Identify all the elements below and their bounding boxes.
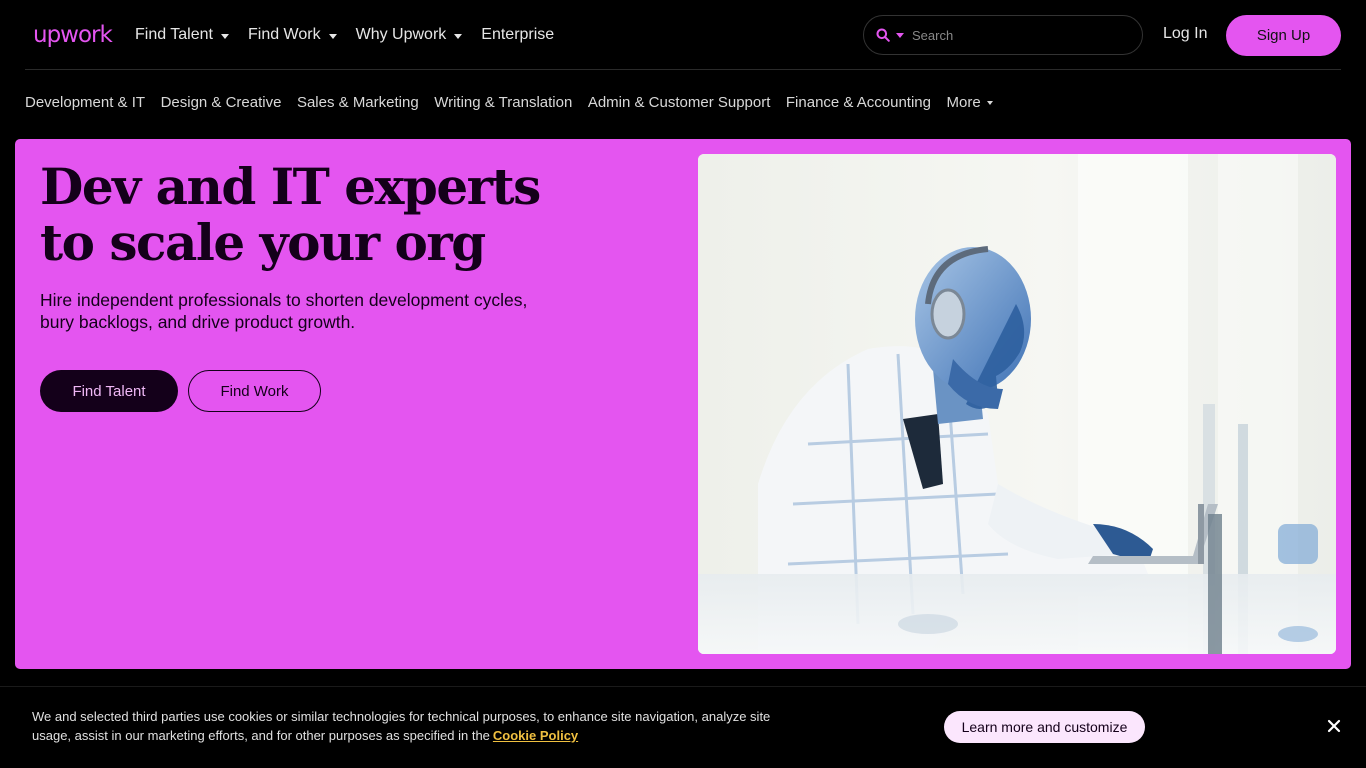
developer-at-laptop-illustration — [698, 154, 1336, 654]
cookie-policy-link[interactable]: Cookie Policy — [493, 728, 578, 743]
search-bar[interactable] — [863, 15, 1143, 55]
main-nav: Find Talent Find Work Why Upwork Enterpr… — [135, 22, 573, 48]
chevron-down-icon — [454, 33, 463, 39]
find-talent-button[interactable]: Find Talent — [40, 370, 178, 412]
category-design-creative[interactable]: Design & Creative — [161, 94, 282, 111]
login-link[interactable]: Log In — [1163, 25, 1207, 43]
signup-button[interactable]: Sign Up — [1226, 15, 1341, 56]
logo-text: upwork — [33, 22, 113, 48]
nav-why-upwork[interactable]: Why Upwork — [356, 26, 463, 44]
chevron-down-icon — [328, 33, 337, 39]
nav-item-label: Enterprise — [481, 26, 555, 43]
category-more-label: More — [946, 93, 981, 111]
nav-item-label: Find Talent — [135, 26, 213, 43]
cookie-banner-text: We and selected third parties use cookie… — [32, 707, 772, 745]
search-icon[interactable] — [876, 28, 890, 42]
top-header: upwork Find Talent Find Work Why Upwork … — [0, 0, 1366, 70]
find-work-button[interactable]: Find Work — [188, 370, 321, 412]
category-nav: Development & IT Design & Creative Sales… — [25, 92, 1008, 112]
hero-subtitle: Hire independent professionals to shorte… — [40, 290, 528, 332]
search-type-chevron-down-icon[interactable] — [896, 32, 904, 38]
category-more[interactable]: More — [946, 93, 993, 111]
cookie-message: We and selected third parties use cookie… — [32, 709, 771, 743]
nav-find-talent[interactable]: Find Talent — [135, 26, 229, 44]
cookie-banner: We and selected third parties use cookie… — [0, 686, 1366, 768]
category-writing-translation[interactable]: Writing & Translation — [434, 94, 572, 111]
close-icon[interactable] — [1324, 716, 1344, 736]
nav-enterprise[interactable]: Enterprise — [481, 26, 554, 44]
upwork-logo[interactable]: upwork — [33, 20, 113, 50]
chevron-down-icon — [986, 101, 993, 105]
header-divider — [25, 69, 1341, 70]
category-sales-marketing[interactable]: Sales & Marketing — [297, 94, 419, 111]
hero-section: Dev and IT experts to scale your org Hir… — [15, 139, 1351, 669]
hero-image — [698, 154, 1336, 654]
category-admin-support[interactable]: Admin & Customer Support — [588, 94, 771, 111]
nav-find-work[interactable]: Find Work — [248, 26, 337, 44]
category-finance-accounting[interactable]: Finance & Accounting — [786, 94, 931, 111]
search-input[interactable] — [912, 27, 1112, 43]
hero-title: Dev and IT experts to scale your org — [40, 157, 541, 272]
chevron-down-icon — [220, 33, 229, 39]
nav-item-label: Find Work — [247, 26, 321, 43]
nav-item-label: Why Upwork — [355, 26, 447, 43]
category-development-it[interactable]: Development & IT — [25, 94, 145, 111]
learn-more-customize-button[interactable]: Learn more and customize — [944, 711, 1145, 743]
